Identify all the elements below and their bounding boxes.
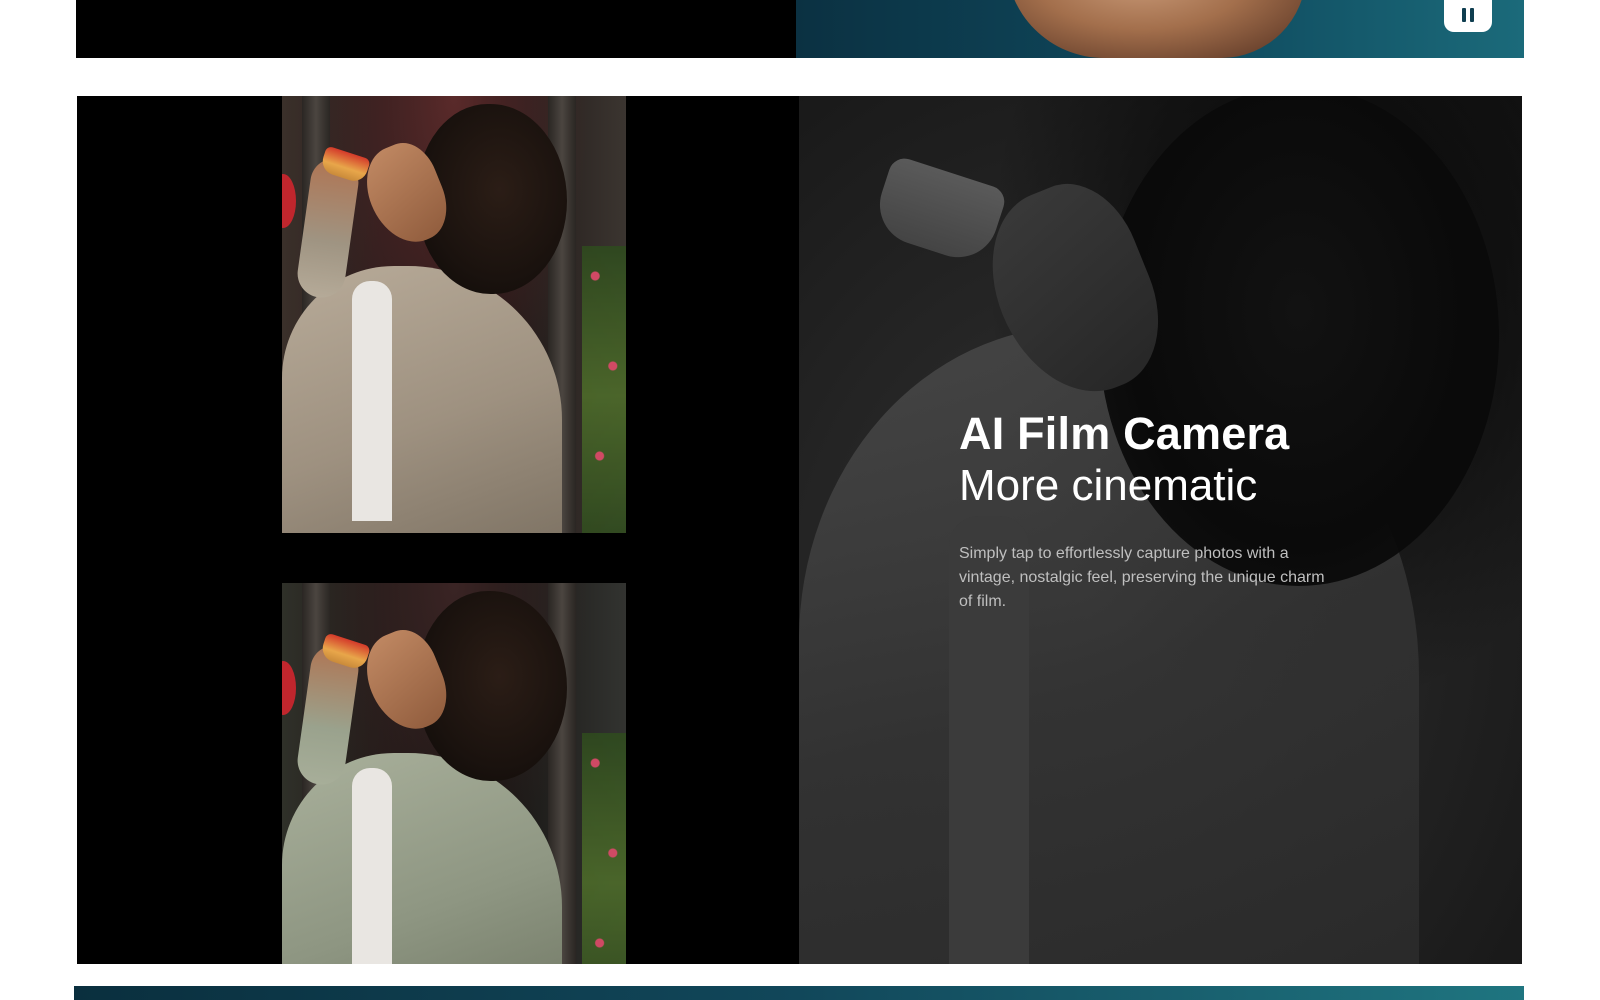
portrait-chin-image xyxy=(1006,0,1306,58)
page-canvas: AI Film Camera More cinematic Simply tap… xyxy=(0,0,1600,1000)
top-banner-dark-area xyxy=(76,0,796,58)
photo-original xyxy=(282,96,626,533)
white-tshirt xyxy=(352,768,392,964)
photo-film-filter xyxy=(282,583,626,964)
ai-film-camera-section: AI Film Camera More cinematic Simply tap… xyxy=(77,96,1522,964)
feature-text-block: AI Film Camera More cinematic Simply tap… xyxy=(959,408,1349,614)
pause-icon xyxy=(1462,8,1474,22)
feature-title: AI Film Camera xyxy=(959,408,1290,459)
next-section-banner xyxy=(74,986,1524,1000)
feature-description-panel: AI Film Camera More cinematic Simply tap… xyxy=(799,96,1522,964)
top-hero-banner xyxy=(76,0,1524,58)
feature-description: Simply tap to effortlessly capture photo… xyxy=(959,545,1325,610)
top-banner-video xyxy=(796,0,1524,58)
flower-vines xyxy=(582,246,626,533)
feature-subtitle: More cinematic xyxy=(959,461,1258,510)
white-tshirt xyxy=(352,281,392,521)
flower-vines xyxy=(582,733,626,964)
photo-comparison-panel xyxy=(77,96,799,964)
pause-button[interactable] xyxy=(1444,0,1492,32)
